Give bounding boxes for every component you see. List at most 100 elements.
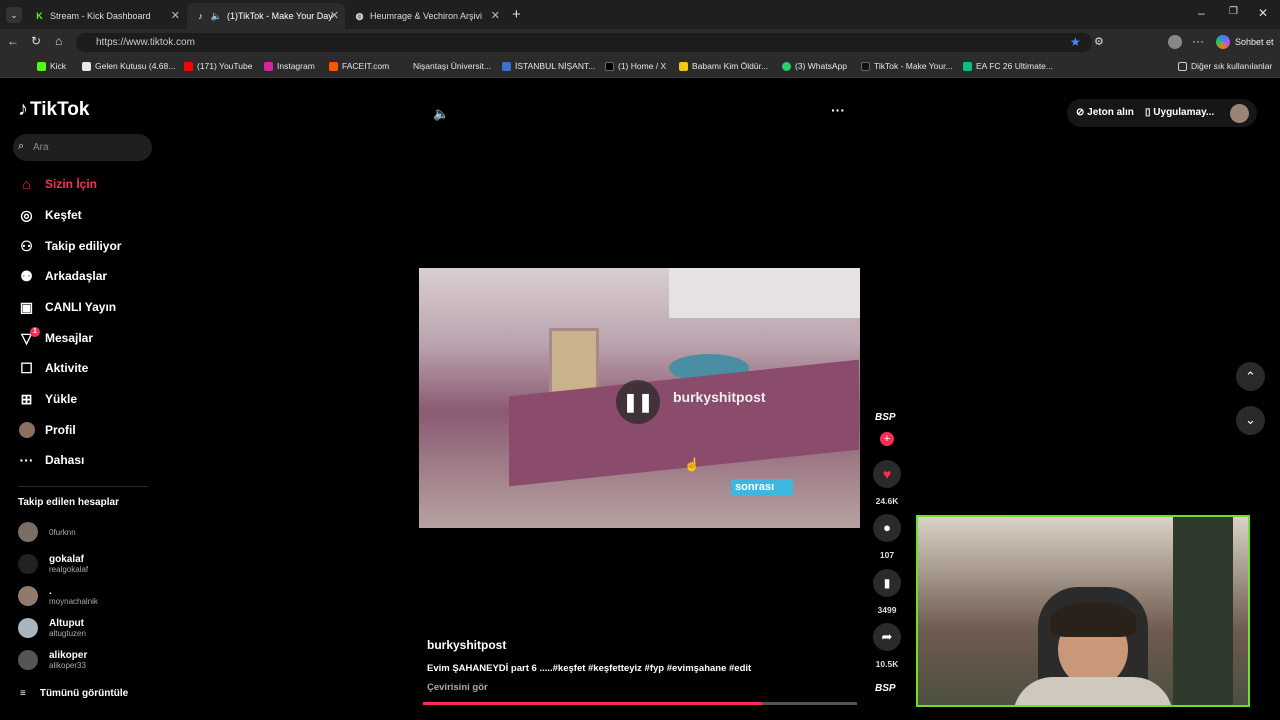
bookmark-icon[interactable]: ▮ [873, 569, 901, 597]
kick-icon: K [36, 11, 43, 21]
see-all-link[interactable]: ≡ Tümünü görüntüle [20, 688, 128, 699]
tab-kick[interactable]: K Stream - Kick Dashboard ✕ [26, 3, 186, 29]
tab-tiktok[interactable]: ♪ 🔈 (1)TikTok - Make Your Day ✕ [187, 3, 345, 29]
followed-account[interactable]: gokalaf realgokalaf [18, 554, 88, 574]
home-icon[interactable]: ⌂ [55, 34, 62, 48]
messages-badge: 1 [30, 327, 40, 337]
new-tab-button[interactable]: + [512, 6, 521, 23]
volume-icon[interactable]: 🔈 [433, 106, 449, 122]
nav-label: Profil [45, 423, 76, 437]
nav-label: Keşfet [45, 208, 82, 222]
search-placeholder: Ara [33, 142, 49, 153]
chevron-down-icon[interactable]: ⌄ [1236, 406, 1265, 435]
nav-for-you[interactable]: ⌂ Sizin İçin [18, 173, 97, 195]
list-icon: ≡ [20, 688, 26, 699]
photo-frame [549, 328, 599, 396]
account-handle: alikoper33 [49, 661, 86, 670]
get-app-button[interactable]: ▯ Uygulamay... [1145, 107, 1214, 118]
menu-icon[interactable]: ··· [1192, 34, 1204, 48]
bookmark-item[interactable]: TikTok - Make Your... [861, 61, 953, 71]
avatar [18, 522, 38, 542]
extensions-icon[interactable]: ⚙ [1094, 35, 1104, 48]
nav-label: Sizin İçin [45, 177, 98, 191]
close-icon[interactable]: ✕ [171, 9, 180, 22]
tab-list-button[interactable]: ⌄ [6, 7, 22, 23]
nav-label: Takip ediliyor [45, 239, 122, 253]
account-handle: realgokalaf [49, 565, 89, 574]
video-player[interactable]: ❚❚ burkyshitpost sonrası [419, 268, 860, 528]
author-avatar[interactable]: BSP [875, 412, 896, 423]
video-author[interactable]: burkyshitpost [427, 638, 506, 652]
close-icon[interactable]: ✕ [491, 9, 500, 22]
close-window-button[interactable]: ✕ [1258, 6, 1268, 20]
bookmark-item[interactable]: (171) YouTube [184, 61, 252, 71]
minimize-button[interactable]: – [1198, 6, 1205, 20]
nav-profile[interactable]: Profil [18, 419, 76, 441]
comment-count: 107 [879, 550, 895, 560]
maximize-button[interactable]: ❐ [1229, 6, 1238, 17]
more-icon: ··· [19, 452, 34, 468]
follow-plus-icon[interactable]: + [880, 432, 894, 446]
save-count: 3499 [877, 605, 897, 615]
bookmark-item[interactable]: İSTANBUL NİŞANT... [502, 61, 595, 71]
heart-icon[interactable]: ♥ [873, 460, 901, 488]
share-icon[interactable]: ➦ [873, 623, 901, 651]
nav-activity[interactable]: ☐ Aktivite [18, 357, 88, 379]
star-icon[interactable]: ★ [1070, 35, 1081, 49]
comment-icon[interactable]: ● [873, 514, 901, 542]
pause-icon[interactable]: ❚❚ [616, 380, 660, 424]
url-input[interactable]: https://www.tiktok.com [76, 33, 1092, 52]
account-name: . [49, 586, 52, 597]
tiktok-icon: ♪ [198, 11, 203, 21]
tab-archive[interactable]: ◍ Heumrage & Vechiron Arşivi ✕ [346, 3, 506, 29]
tiktok-logo[interactable]: ♪ TikTok [18, 98, 89, 121]
coins-label: Jeton alın [1087, 107, 1134, 118]
bookmark-item[interactable]: (1) Home / X [605, 61, 666, 71]
followed-account[interactable]: alikoper alikoper33 [18, 650, 87, 670]
bookmark-item[interactable]: Gelen Kutusu (4.68... [82, 61, 175, 71]
tab-title: (1)TikTok - Make Your Day [227, 11, 333, 21]
get-coins-button[interactable]: ⊘ Jeton alın [1076, 107, 1134, 118]
copilot-icon[interactable] [1216, 35, 1230, 49]
bookmark-item[interactable]: Babamı Kim Öldür... [679, 61, 768, 71]
bookmark-item[interactable]: Instagram [264, 61, 315, 71]
activity-icon: ☐ [20, 359, 33, 376]
followed-account[interactable]: . moynachalnik [18, 586, 98, 606]
refresh-icon[interactable]: ↻ [31, 34, 41, 48]
video-description: Evim ŞAHANEYDİ part 6 .....#keşfet #keşf… [427, 663, 752, 674]
bookmark-item[interactable]: FACEIT.com [329, 61, 389, 71]
nav-live[interactable]: ▣ CANLI Yayın [18, 296, 116, 318]
bookmark-item[interactable]: Nişantaşı Üniversit... [400, 61, 491, 71]
chevron-up-icon[interactable]: ⌃ [1236, 362, 1265, 391]
app-label: Uygulamay... [1153, 107, 1215, 118]
avatar[interactable] [1230, 104, 1249, 123]
video-watermark: burkyshitpost [673, 389, 766, 405]
close-icon[interactable]: ✕ [330, 9, 339, 22]
followed-account[interactable]: Altuput altugtuzen [18, 618, 86, 638]
speaker-icon[interactable]: 🔈 [211, 11, 222, 22]
other-bookmarks[interactable]: Diğer sık kullanılanlar [1178, 61, 1272, 71]
music-disc-icon[interactable]: BSP [875, 683, 896, 694]
nav-upload[interactable]: ⊞ Yükle [18, 388, 77, 410]
nav-following[interactable]: ⚇ Takip ediliyor [18, 235, 121, 257]
followed-account[interactable]: 0furknn [18, 522, 76, 542]
nav-label: Yükle [45, 392, 78, 406]
like-count: 24.6K [875, 496, 899, 506]
bookmark-item[interactable]: EA FC 26 Ultimate... [963, 61, 1053, 71]
home-icon: ⌂ [22, 176, 31, 192]
account-handle: moynachalnik [49, 597, 98, 606]
divider [18, 486, 148, 487]
avatar[interactable] [1168, 35, 1182, 49]
more-options-icon[interactable]: ··· [831, 102, 845, 118]
back-icon[interactable]: ← [7, 34, 19, 48]
search-input[interactable]: ⌕ Ara [13, 134, 152, 161]
nav-more[interactable]: ··· Dahası [18, 449, 85, 471]
translate-link[interactable]: Çevirisini gör [427, 682, 488, 693]
bookmark-item[interactable]: (3) WhatsApp [782, 61, 847, 71]
bookmark-item[interactable]: Kick [37, 61, 66, 71]
nav-friends[interactable]: ⚉ Arkadaşlar [18, 265, 107, 287]
nav-label: Arkadaşlar [45, 269, 108, 283]
progress-bar[interactable] [423, 702, 857, 705]
copilot-label[interactable]: Sohbet et [1235, 37, 1274, 47]
nav-explore[interactable]: ◎ Keşfet [18, 204, 82, 226]
